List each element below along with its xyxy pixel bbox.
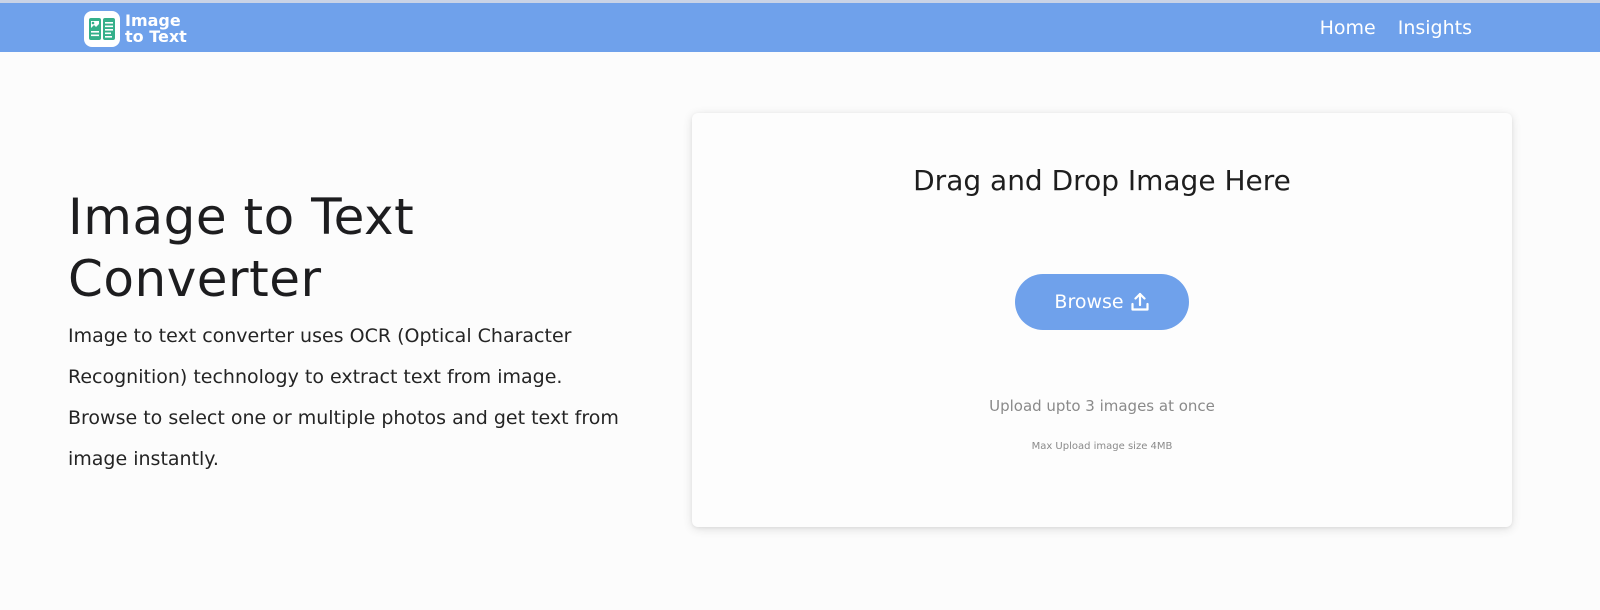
browse-button[interactable]: Browse [1015, 274, 1189, 330]
brand-name: Image to Text [125, 13, 187, 45]
browse-button-label: Browse [1054, 291, 1124, 313]
page-description: Image to text converter uses OCR (Optica… [68, 325, 619, 470]
navbar: Image to Text Home Insights [0, 3, 1600, 52]
drop-zone[interactable]: Drag and Drop Image Here Browse Upload u… [692, 113, 1512, 527]
nav-link-insights[interactable]: Insights [1398, 15, 1472, 41]
drop-zone-title: Drag and Drop Image Here [913, 164, 1291, 197]
nav-link-home[interactable]: Home [1320, 15, 1376, 41]
nav-links: Home Insights [1320, 15, 1472, 41]
upload-icon [1130, 292, 1149, 311]
image-text-logo-icon [84, 11, 120, 47]
upload-limit-note: Upload upto 3 images at once [989, 397, 1215, 415]
page-title: Image to Text Converter [68, 188, 415, 308]
max-size-note: Max Upload image size 4MB [1031, 441, 1173, 452]
brand-name-line2: to Text [125, 27, 187, 46]
brand-logo[interactable]: Image to Text [84, 11, 187, 47]
